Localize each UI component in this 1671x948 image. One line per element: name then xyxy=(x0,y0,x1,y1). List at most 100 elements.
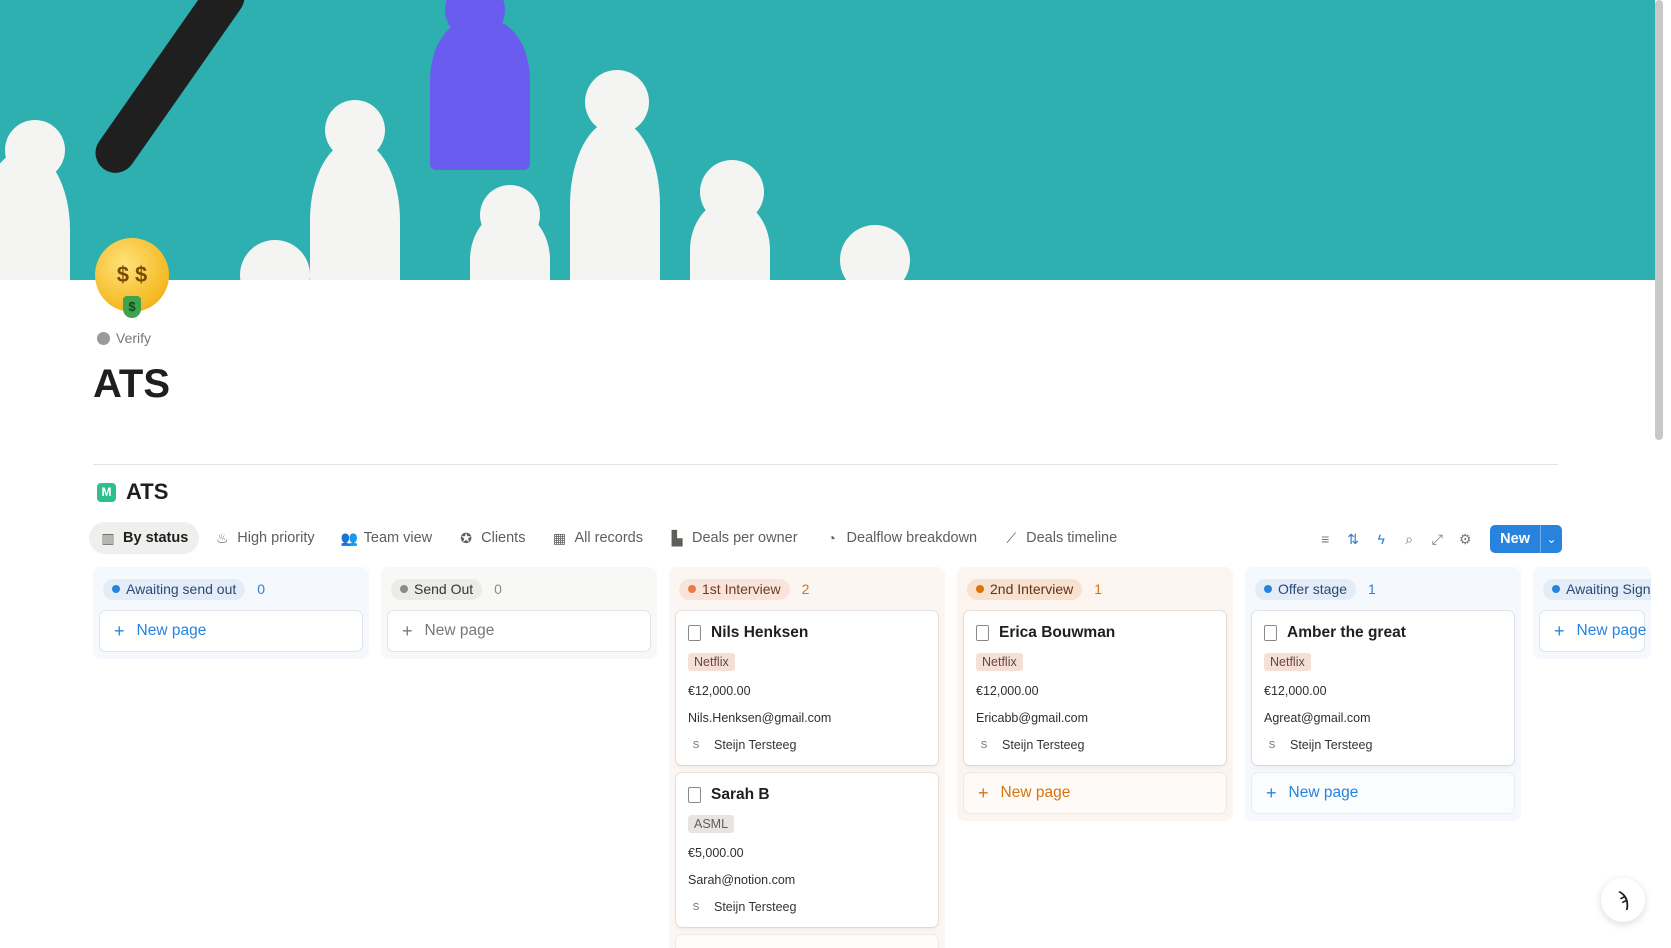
candidate-email: Agreat@gmail.com xyxy=(1264,711,1371,725)
plus-icon: + xyxy=(114,620,125,641)
deal-amount: €12,000.00 xyxy=(688,684,751,698)
pawn-shape xyxy=(570,120,660,280)
status-badge[interactable]: 1st Interview xyxy=(679,578,790,600)
document-icon xyxy=(976,625,989,641)
expand-icon[interactable]: ⤢ xyxy=(1428,531,1446,548)
money-mouth-emoji-icon[interactable]: $ $ $ xyxy=(95,238,169,318)
status-dot xyxy=(688,585,696,593)
status-badge[interactable]: Send Out xyxy=(391,578,483,600)
board-column: Awaiting send out 0 + New page xyxy=(93,567,369,659)
status-label: 2nd Interview xyxy=(990,581,1074,597)
search-icon[interactable]: ⌕ xyxy=(1400,531,1418,548)
pawn-shape xyxy=(310,140,400,280)
status-badge[interactable]: 2nd Interview xyxy=(967,578,1083,600)
column-header: Awaiting send out 0 xyxy=(103,577,362,601)
verify-button[interactable]: Verify xyxy=(97,330,151,346)
deal-amount: €12,000.00 xyxy=(1264,684,1327,698)
owner-name: Steijn Tersteeg xyxy=(714,900,797,914)
tab-deals-per-owner[interactable]: ▙ Deals per owner xyxy=(658,522,809,554)
status-label: 1st Interview xyxy=(702,581,781,597)
new-record-button[interactable]: New ⌄ xyxy=(1490,525,1562,553)
tab-clients[interactable]: ✪ Clients xyxy=(447,522,536,554)
pawn-head xyxy=(480,185,540,245)
avatar: S xyxy=(692,739,700,751)
status-dot xyxy=(1552,585,1560,593)
candidate-email: Ericabb@gmail.com xyxy=(976,711,1089,725)
candidate-name: Amber the great xyxy=(1287,624,1406,641)
kanban-board: Awaiting send out 0 + New page Send Out … xyxy=(93,567,1651,948)
tab-label: By status xyxy=(123,530,189,546)
new-page-button[interactable]: + New page xyxy=(1540,611,1646,651)
candidate-card[interactable]: Nils Henksen Netflix €12,000.00 Nils.Hen… xyxy=(676,611,938,765)
status-dot xyxy=(400,585,408,593)
grid-icon: ▦ xyxy=(552,529,567,546)
tab-all-records[interactable]: ▦ All records xyxy=(540,522,654,554)
owner-field: S Steijn Tersteeg xyxy=(976,737,1214,753)
column-header: Offer stage 1 xyxy=(1255,577,1514,601)
column-header: Send Out 0 xyxy=(391,577,650,601)
card-title: Amber the great xyxy=(1264,621,1502,645)
page-scrollbar[interactable] xyxy=(1655,0,1663,440)
column-count: 2 xyxy=(801,581,810,597)
new-page-button[interactable]: + New page xyxy=(1252,773,1514,813)
owner-field: S Steijn Tersteeg xyxy=(1264,737,1502,753)
status-badge[interactable]: Offer stage xyxy=(1255,578,1357,600)
new-page-button[interactable]: + New page xyxy=(388,611,650,651)
cover-image xyxy=(0,0,1655,280)
owner-name: Steijn Tersteeg xyxy=(1290,738,1373,752)
tab-label: All records xyxy=(574,530,643,546)
database-title[interactable]: M ATS xyxy=(97,479,168,505)
tab-label: Dealflow breakdown xyxy=(846,530,978,546)
pawn-head xyxy=(325,100,385,160)
tab-high-priority[interactable]: ♨ High priority xyxy=(203,522,325,554)
candidate-card[interactable]: Erica Bouwman Netflix €12,000.00 Ericabb… xyxy=(964,611,1226,765)
filter-icon[interactable]: ≡ xyxy=(1316,531,1334,547)
company-tag: Netflix xyxy=(976,653,1023,671)
lightning-icon[interactable]: ϟ xyxy=(1372,531,1390,547)
sort-icon[interactable]: ⇅ xyxy=(1344,531,1362,548)
new-page-label: New page xyxy=(424,622,495,639)
tab-team-view[interactable]: 👥 Team view xyxy=(330,522,444,554)
plus-icon: + xyxy=(402,620,413,641)
new-page-label: New page xyxy=(1000,784,1071,801)
column-header: 1st Interview 2 xyxy=(679,577,938,601)
new-page-label: New page xyxy=(1288,784,1359,801)
card-title: Sarah B xyxy=(688,783,926,807)
settings-icon[interactable]: ⚙ xyxy=(1456,531,1474,548)
document-icon xyxy=(688,787,701,803)
new-page-label: New page xyxy=(136,622,207,639)
board-column: Offer stage 1 Amber the great Netflix €1… xyxy=(1245,567,1521,821)
new-page-button[interactable]: + New page xyxy=(964,773,1226,813)
candidate-name: Sarah B xyxy=(711,786,770,803)
pen-shape xyxy=(87,0,253,181)
status-badge[interactable]: Awaiting Signa xyxy=(1543,578,1651,600)
help-assistant-button[interactable]: ϡ xyxy=(1601,878,1645,922)
tab-label: Deals timeline xyxy=(1026,530,1118,546)
avatar: S xyxy=(1268,739,1276,751)
owner-name: Steijn Tersteeg xyxy=(714,738,797,752)
candidate-card[interactable]: Amber the great Netflix €12,000.00 Agrea… xyxy=(1252,611,1514,765)
status-badge[interactable]: Awaiting send out xyxy=(103,578,246,600)
candidate-name: Nils Henksen xyxy=(711,624,809,641)
tab-label: Team view xyxy=(363,530,433,546)
pawn-head xyxy=(5,120,65,180)
plus-icon: + xyxy=(690,945,701,948)
tab-dealflow-breakdown[interactable]: ◔ Dealflow breakdown xyxy=(813,522,989,554)
tab-deals-timeline[interactable]: ⟋ Deals timeline xyxy=(992,522,1128,554)
owner-field: S Steijn Tersteeg xyxy=(688,899,926,915)
company-tag: Netflix xyxy=(688,653,735,671)
new-button-label[interactable]: New xyxy=(1490,525,1540,553)
tab-by-status[interactable]: ▥ By status xyxy=(89,522,200,554)
verify-label: Verify xyxy=(116,330,152,346)
line-chart-icon: ⟋ xyxy=(1006,529,1017,546)
new-page-button[interactable]: + New page xyxy=(676,935,938,948)
candidate-card[interactable]: Sarah B ASML €5,000.00 Sarah@notion.com … xyxy=(676,773,938,927)
bar-chart-icon: ▙ xyxy=(671,529,683,546)
status-dot xyxy=(1264,585,1272,593)
divider xyxy=(93,464,1558,465)
board-icon: ▥ xyxy=(101,529,115,546)
status-label: Awaiting send out xyxy=(126,581,237,597)
page-title[interactable]: ATS xyxy=(93,362,170,407)
new-page-button[interactable]: + New page xyxy=(100,611,362,651)
chevron-down-icon[interactable]: ⌄ xyxy=(1540,525,1562,553)
